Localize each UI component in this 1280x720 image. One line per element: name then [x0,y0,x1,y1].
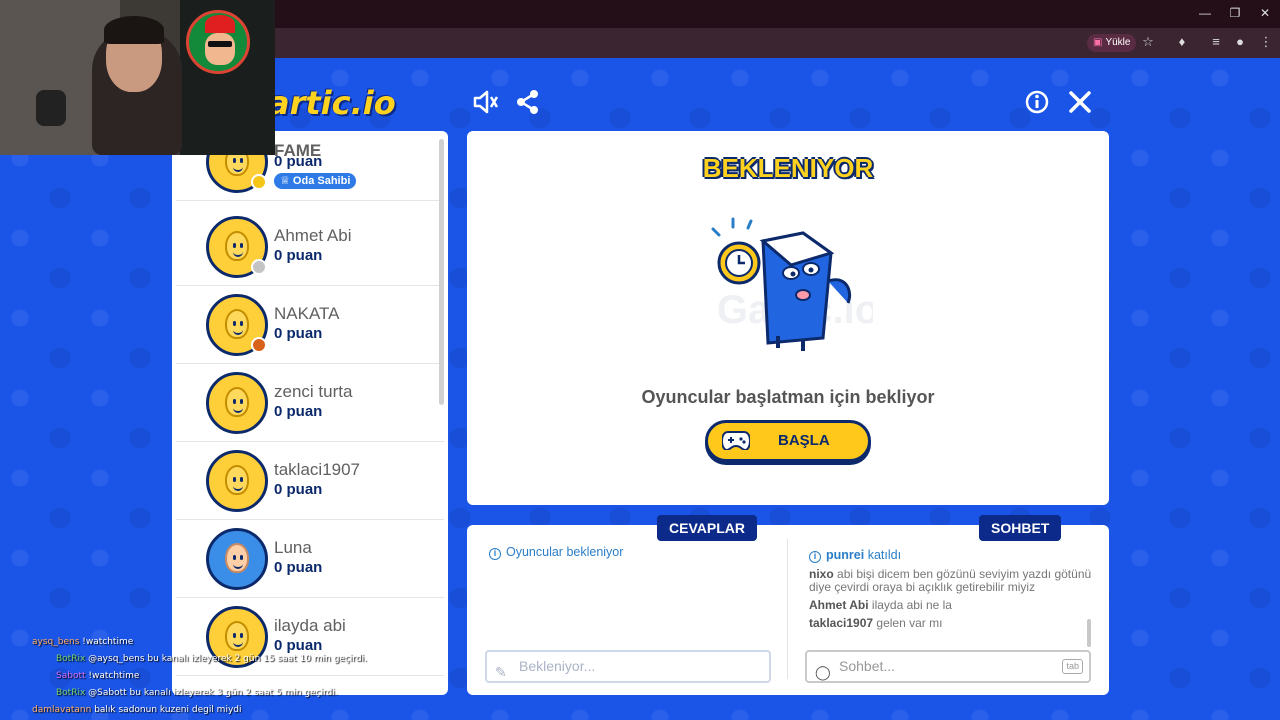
bookmark-star-icon[interactable]: ☆ [1138,34,1158,50]
media-icon[interactable]: ≡ [1206,34,1226,49]
stream-chat-line: aysq_bens !watchtime [32,637,134,647]
start-button-label: BAŞLA [778,432,830,449]
chat-bubble-icon: ◯ [815,664,831,680]
microphone-icon [36,90,66,126]
chat-scrollbar[interactable] [1087,619,1091,647]
restore-icon[interactable]: ❐ [1220,6,1250,20]
chat-messages: i punrei katıldı nixo abi bişi dicem ben … [809,549,1097,635]
info-icon[interactable] [1023,88,1051,116]
pencil-icon: ✎ [495,664,507,680]
gamepad-icon [722,431,750,450]
close-icon[interactable]: ✕ [1250,6,1280,20]
answers-chat-card: CEVAPLAR SOHBET i Oyuncular bekleniyor ip… [467,515,1109,695]
player-score: 0 puan [274,481,323,498]
streamer-avatar-badge [186,10,250,74]
waiting-card: BEKLENIYOR Gartic.io Oyuncular başlatman… [467,131,1109,505]
player-name: NAKATA [274,304,340,323]
speaker-icon[interactable] [472,88,500,116]
upload-button[interactable]: ▣ Yükle [1087,34,1137,52]
stream-chat-line: BotRix @Sabott bu kanalı izleyerek 3 gün… [56,688,338,698]
players-scrollbar[interactable] [439,139,444,405]
player-name: Ahmet Abi [274,226,352,245]
extensions-icon[interactable]: ♦ [1172,34,1192,49]
room-owner-badge: ♕ Oda Sahibi [274,173,357,189]
player-name: zenci turta [274,382,353,401]
stream-chat-line: BotRix @aysq_bens bu kanalı izleyerek 2 … [56,654,368,664]
player-name: taklaci1907 [274,460,361,479]
status-dot [251,337,267,353]
tab-answers[interactable]: CEVAPLAR [657,515,757,541]
player-score: 0 puan [274,153,323,170]
game-logo: artic.io [268,84,396,122]
chat-message: Ahmet Abi ilayda abi ne la [809,598,952,612]
player-score: 0 puan [274,325,323,342]
chat-message: taklaci1907 gelen var mı [809,616,943,630]
answers-info: i Oyuncular bekleniyor [489,545,623,560]
close-game-icon[interactable] [1066,88,1094,116]
info-icon: i [489,548,501,560]
waiting-message: Oyuncular başlatman için bekliyor [641,387,935,407]
menu-icon[interactable]: ⋮ [1256,34,1276,50]
stream-chat-overlay: aysq_bens !watchtime BotRix @aysq_bens b… [32,634,367,719]
avatar [206,528,268,590]
avatar [206,450,268,512]
start-button[interactable]: BAŞLA [705,420,871,462]
player-name: Luna [274,538,312,557]
player-score: 0 puan [274,403,323,420]
player-score: 0 puan [274,247,323,264]
stream-chat-line: Sabott !watchtime [56,671,140,681]
status-dot [251,174,267,190]
status-dot [251,259,267,275]
divider [787,539,788,679]
info-icon: i [809,551,821,563]
answer-input[interactable]: ✎ Bekleniyor... [485,650,771,683]
players-panel: FAME 0 puan ♕ Oda Sahibi Ahmet Abi 0 pua… [172,131,448,695]
join-message: i punrei katıldı [809,549,1097,563]
minimize-icon[interactable]: — [1190,6,1220,20]
avatar [206,372,268,434]
upload-icon: ▣ [1093,37,1103,48]
player-name: ilayda abi [274,616,346,635]
player-row[interactable]: taklaci1907 0 puan [176,442,444,520]
profile-icon[interactable]: ● [1230,34,1250,49]
tab-chat[interactable]: SOHBET [979,515,1062,541]
chat-message: nixo abi bişi dicem ben gözünü seviyim y… [809,567,1092,594]
player-row[interactable]: Ahmet Abi 0 puan [176,208,444,286]
waiting-mascot-icon: Gartic.io [711,217,873,351]
chat-input[interactable]: ◯ Sohbet... tab [805,650,1091,683]
waiting-title: BEKLENIYOR [702,153,874,183]
player-row[interactable]: NAKATA 0 puan [176,286,444,364]
player-score: 0 puan [274,559,323,576]
stream-chat-line: damlavatann balık sadonun kuzeni degil m… [32,705,242,715]
tab-key-hint: tab [1062,659,1083,674]
player-row[interactable]: zenci turta 0 puan [176,364,444,442]
webcam-overlay [0,0,275,155]
player-row[interactable]: Luna 0 puan [176,520,444,598]
share-icon[interactable] [514,88,542,116]
crown-icon: ♕ [280,175,293,187]
